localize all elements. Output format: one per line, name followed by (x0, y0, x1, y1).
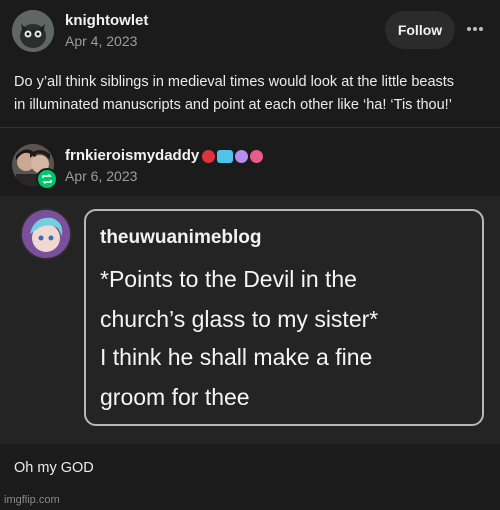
post-author[interactable]: knightowlet (65, 12, 148, 29)
more-options-icon[interactable] (463, 21, 487, 37)
post-body: Do y’all think siblings in medieval time… (14, 71, 490, 117)
quote-line: church’s glass to my sister* (100, 306, 379, 332)
post-body-line: in illuminated manuscripts and point at … (14, 97, 452, 113)
divider (0, 127, 500, 128)
quote-line: *Points to the Devil in the (100, 266, 357, 292)
quoted-avatar (20, 208, 72, 260)
avatar[interactable] (12, 10, 54, 52)
post-date[interactable]: Apr 4, 2023 (65, 33, 137, 49)
reblog-icon (36, 168, 58, 190)
follow-button[interactable]: Follow (385, 11, 455, 49)
badge-icon (235, 149, 248, 163)
badge-icon (250, 149, 263, 163)
watermark: imgflip.com (4, 494, 60, 506)
post-body-line: Do y’all think siblings in medieval time… (14, 74, 455, 90)
reblog-date[interactable]: Apr 6, 2023 (65, 168, 137, 184)
quote-line: I think he shall make a fine (100, 344, 373, 370)
reblog-author[interactable]: frnkieroismydaddy (65, 147, 199, 164)
reblog-comment: Oh my GOD (14, 460, 94, 476)
user-badges[interactable] (202, 149, 263, 163)
quote-line: groom for thee (100, 384, 250, 410)
quoted-author: theuwuanimeblog (100, 227, 262, 248)
badge-icon (217, 149, 233, 163)
badge-icon (202, 149, 215, 163)
